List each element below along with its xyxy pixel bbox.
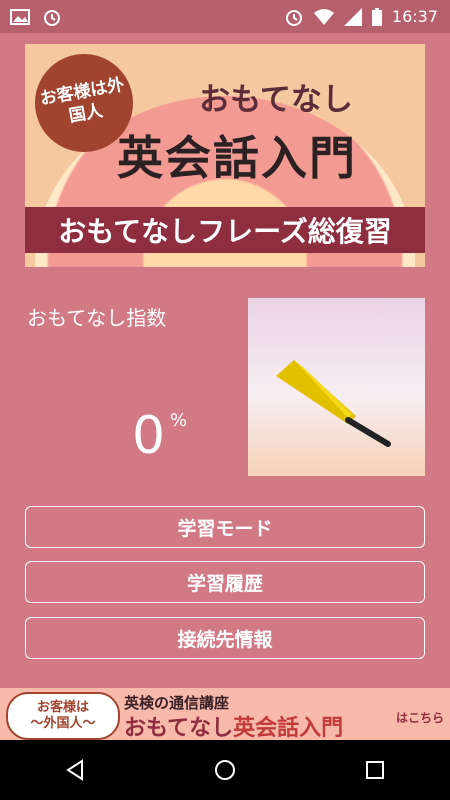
status-time: 16:37 (391, 7, 438, 26)
image-icon (10, 8, 30, 25)
signal-icon (343, 7, 362, 26)
back-button[interactable] (45, 740, 105, 800)
alarm-icon (42, 7, 62, 27)
banner-ribbon: おもてなしフレーズ総復習 (25, 207, 425, 253)
banner-ribbon-text: おもてなしフレーズ総復習 (58, 215, 392, 248)
ad-banner[interactable]: お客様は 〜外国人〜 英検の通信講座 おもてなし英会話入門 はこちら (0, 688, 450, 740)
ad-badge-line1: お客様は (36, 700, 89, 715)
home-button[interactable] (195, 740, 255, 800)
battery-icon (371, 7, 382, 26)
navigation-bar (0, 740, 450, 800)
ad-kochira: はこちら (396, 711, 445, 725)
alarm-icon (284, 7, 304, 27)
ad-title-part2: 英会話入門 (233, 716, 344, 740)
study-mode-button[interactable]: 学習モード (25, 506, 425, 548)
study-history-button[interactable]: 学習履歴 (25, 561, 425, 603)
banner-title: 英会話入門 (117, 131, 357, 185)
home-icon (215, 760, 235, 780)
ad-title: おもてなし英会話入門 (124, 710, 343, 740)
connection-info-button[interactable]: 接続先情報 (25, 617, 425, 659)
title-banner: お客様は外国人 おもてなし 英会話入門 おもてなしフレーズ総復習 (25, 44, 425, 267)
recents-button[interactable] (345, 740, 405, 800)
score-label: おもてなし指数 (27, 306, 167, 330)
fan-image (248, 298, 425, 476)
score-unit: % (170, 410, 188, 431)
recents-icon (366, 761, 384, 779)
study-history-label: 学習履歴 (186, 572, 263, 595)
ad-badge-line2: 〜外国人〜 (30, 716, 96, 731)
connection-info-label: 接続先情報 (177, 628, 273, 651)
ad-title-part1: おもてなし (124, 716, 234, 740)
back-icon (66, 759, 83, 781)
folding-fan-icon (276, 360, 391, 447)
ad-badge: お客様は 〜外国人〜 (6, 692, 120, 740)
score-value: 0 (132, 406, 166, 466)
study-mode-label: 学習モード (177, 517, 273, 540)
banner-subtitle: おもてなし (199, 82, 353, 118)
wifi-icon (313, 8, 334, 25)
status-bar: 16:37 (0, 0, 450, 33)
